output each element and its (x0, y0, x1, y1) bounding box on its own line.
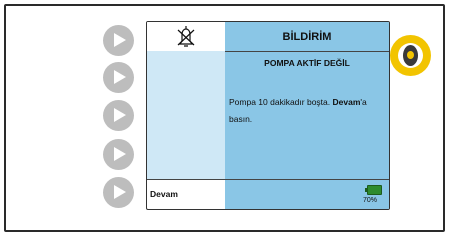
knob-indicator (407, 51, 414, 59)
play-arrow-icon (114, 108, 126, 122)
left-softkey-column: Devam (147, 22, 226, 208)
alarm-silence-tab[interactable] (147, 22, 225, 52)
battery-icon (365, 185, 382, 195)
side-button-4[interactable] (103, 139, 134, 170)
notification-title: BİLDİRİM (282, 30, 332, 43)
battery-percent: 70% (363, 197, 378, 204)
side-button-5[interactable] (103, 177, 134, 208)
knob-ring (398, 43, 423, 68)
status-bar: 70% (225, 179, 389, 209)
rotary-knob-icon (403, 45, 418, 66)
side-button-1[interactable] (103, 25, 134, 56)
devam-softkey[interactable]: Devam (147, 179, 225, 208)
play-arrow-icon (114, 185, 126, 199)
highlighted-knob-control[interactable] (390, 35, 431, 76)
play-arrow-icon (114, 147, 126, 161)
message-bold-devam: Devam (332, 97, 361, 107)
notification-subtitle: POMPA AKTİF DEĞİL (264, 58, 350, 68)
play-arrow-icon (114, 33, 126, 47)
message-text-1: Pompa 10 dakikadır boşta. (229, 97, 331, 107)
pump-screen: Devam BİLDİRİM POMPA AKTİF DEĞİL Pompa 1… (146, 21, 390, 210)
devam-softkey-label: Devam (150, 189, 178, 199)
notification-title-bar: BİLDİRİM (225, 22, 389, 52)
notification-message: Pompa 10 dakikadır boşta. Devam'a basın. (229, 94, 379, 128)
left-panel-blank (147, 51, 225, 179)
bell-crossed-icon (177, 26, 195, 47)
side-button-2[interactable] (103, 62, 134, 93)
side-button-3[interactable] (103, 100, 134, 131)
notification-panel: BİLDİRİM POMPA AKTİF DEĞİL Pompa 10 daki… (225, 22, 389, 209)
play-arrow-icon (114, 70, 126, 84)
